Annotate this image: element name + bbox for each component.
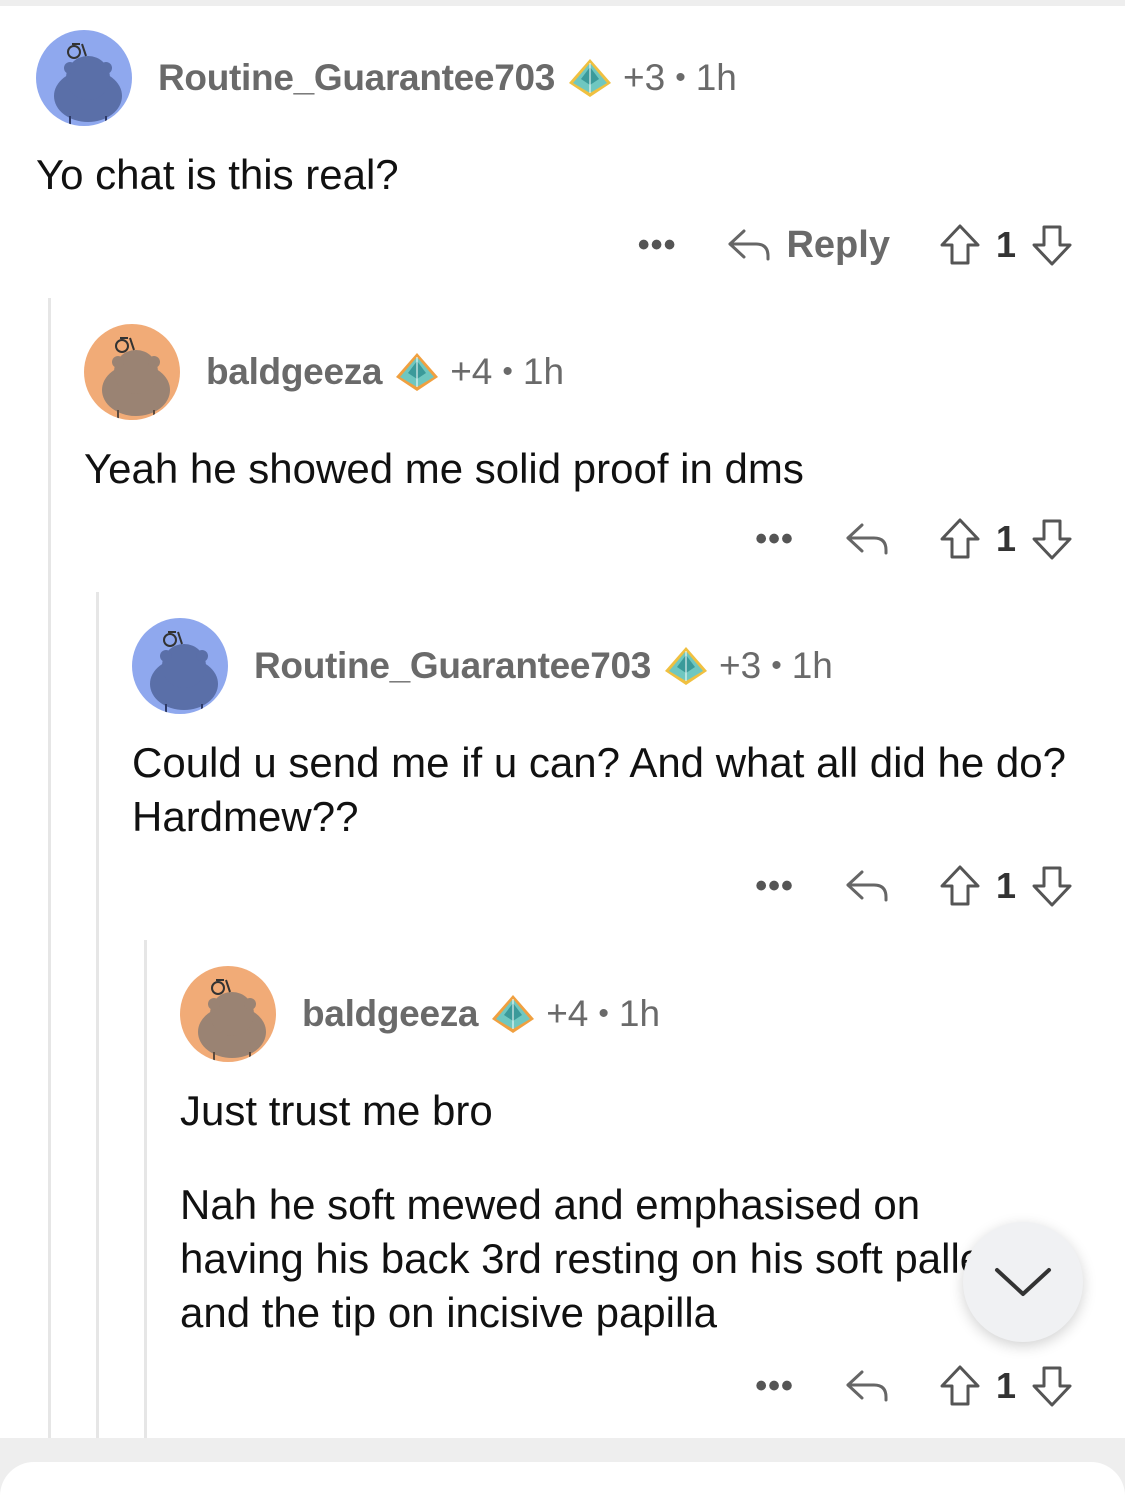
downvote-arrow-icon[interactable] [1030, 1364, 1074, 1408]
comment-text: Could u send me if u can? And what all d… [132, 739, 1066, 840]
reply-button[interactable]: Reply [726, 223, 890, 267]
comment-text: Nah he soft mewed and emphasised on havi… [180, 1181, 995, 1336]
comment-age: 1h [522, 351, 565, 392]
more-options-button[interactable]: ••• [755, 869, 794, 903]
upvote-arrow-icon[interactable] [938, 864, 982, 908]
karma-score: +4 [450, 351, 493, 392]
vote-count: 1 [995, 1365, 1016, 1406]
comment-body: Yo chat is this real? [36, 148, 1086, 202]
meta-separator: • [675, 61, 686, 94]
snoo-avatar-icon[interactable] [132, 618, 228, 714]
more-options-button[interactable]: ••• [638, 228, 677, 262]
comment-body: Yeah he showed me solid proof in dms [84, 442, 1086, 496]
snoo-avatar-icon[interactable] [84, 324, 180, 420]
reply-arrow-icon [728, 229, 770, 261]
comment-actions: ••• 1 [755, 856, 1074, 916]
crystal-pyramid-icon [569, 59, 612, 97]
meta-separator: • [502, 355, 513, 388]
thread-line[interactable] [96, 592, 99, 1438]
comment-text: Yo chat is this real? [36, 151, 399, 198]
comment: baldgeeza +4 • 1h Yeah he showed me soli… [84, 324, 1086, 574]
username[interactable]: baldgeeza [302, 993, 479, 1035]
snoo-avatar-icon[interactable] [180, 966, 276, 1062]
upvote-arrow-icon[interactable] [938, 223, 982, 267]
vote-controls: 1 [938, 517, 1074, 561]
bottom-sheet[interactable] [0, 1462, 1125, 1500]
comment-text: Just trust me bro [180, 1087, 493, 1134]
chevron-down-icon [995, 1268, 1051, 1296]
snoo-avatar-icon[interactable] [36, 30, 132, 126]
comment: baldgeeza +4 • 1h Just trust me bro Nah … [180, 966, 1086, 1426]
comment-actions: ••• 1 [755, 1356, 1074, 1416]
karma-score: +3 [623, 57, 666, 98]
username[interactable]: Routine_Guarantee703 [158, 57, 555, 99]
reply-button[interactable] [844, 866, 890, 906]
reply-label: Reply [786, 223, 890, 266]
comment-age: 1h [791, 645, 833, 686]
comment-actions: ••• 1 [755, 509, 1074, 569]
comment-header: Routine_Guarantee703 +3 • 1h [36, 30, 1086, 126]
reply-arrow-icon [846, 1370, 888, 1402]
comment-age: 1h [618, 993, 661, 1034]
vote-controls: 1 [938, 223, 1074, 267]
upvote-arrow-icon[interactable] [938, 517, 982, 561]
vote-controls: 1 [938, 1364, 1074, 1408]
comment-age: 1h [695, 57, 737, 98]
downvote-arrow-icon[interactable] [1030, 517, 1074, 561]
comment-text: Yeah he showed me solid proof in dms [84, 445, 804, 492]
upvote-arrow-icon[interactable] [938, 1364, 982, 1408]
next-comment-button[interactable] [963, 1222, 1083, 1342]
comment-actions: ••• Reply 1 [638, 215, 1074, 275]
comment-header: Routine_Guarantee703 +3 • 1h [132, 618, 1086, 714]
meta-separator: • [598, 997, 609, 1030]
reply-arrow-icon [846, 523, 888, 555]
thread-line[interactable] [48, 298, 51, 1438]
downvote-arrow-icon[interactable] [1030, 864, 1074, 908]
karma-score: +4 [546, 993, 589, 1034]
comment-header: baldgeeza +4 • 1h [84, 324, 1086, 420]
comment-body: Just trust me bro Nah he soft mewed and … [180, 1084, 1010, 1340]
comment-header: baldgeeza +4 • 1h [180, 966, 1086, 1062]
comment: Routine_Guarantee703 +3 • 1h Yo chat is … [36, 30, 1086, 280]
more-options-button[interactable]: ••• [755, 1369, 794, 1403]
vote-count: 1 [995, 518, 1016, 559]
vote-count: 1 [995, 224, 1016, 265]
downvote-arrow-icon[interactable] [1030, 223, 1074, 267]
top-divider [0, 0, 1125, 6]
username[interactable]: baldgeeza [206, 351, 383, 393]
reply-button[interactable] [844, 519, 890, 559]
comment-body: Could u send me if u can? And what all d… [132, 736, 1082, 844]
crystal-pyramid-icon [665, 647, 708, 685]
karma-score: +3 [719, 645, 762, 686]
more-options-button[interactable]: ••• [755, 522, 794, 556]
reply-button[interactable] [844, 1366, 890, 1406]
comment: Routine_Guarantee703 +3 • 1h Could u sen… [132, 618, 1086, 918]
thread-line[interactable] [144, 940, 147, 1438]
reply-arrow-icon [846, 870, 888, 902]
vote-controls: 1 [938, 864, 1074, 908]
vote-count: 1 [995, 865, 1016, 906]
meta-separator: • [771, 649, 782, 682]
crystal-pyramid-icon [492, 995, 535, 1033]
crystal-pyramid-icon [396, 353, 439, 391]
username[interactable]: Routine_Guarantee703 [254, 645, 651, 687]
